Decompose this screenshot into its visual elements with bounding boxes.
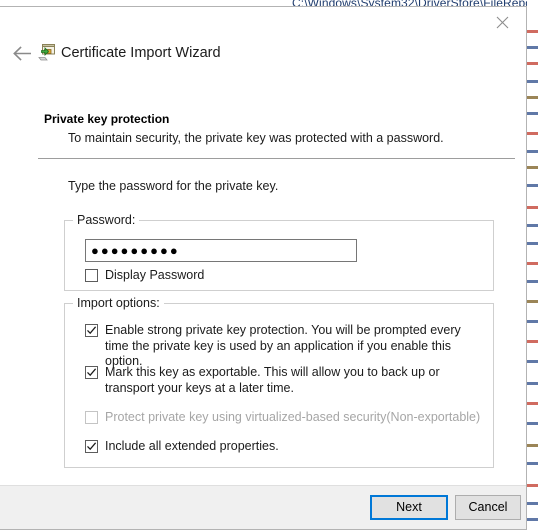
display-password-label: Display Password: [105, 268, 205, 282]
checkmark-icon: [87, 326, 97, 335]
certificate-import-wizard-dialog: Certificate Import Wizard Private key pr…: [0, 6, 527, 530]
next-button[interactable]: Next: [370, 495, 448, 520]
dialog-title: Certificate Import Wizard: [61, 45, 221, 61]
back-arrow-icon[interactable]: [10, 41, 34, 65]
dialog-titlebar: Certificate Import Wizard: [0, 7, 526, 73]
background-right-strip: [527, 0, 538, 530]
enable-strong-protection-checkbox[interactable]: Enable strong private key protection. Yo…: [85, 323, 477, 370]
instruction-text: Type the password for the private key.: [68, 179, 279, 193]
header-divider: [38, 158, 515, 159]
checkbox-box: [85, 440, 98, 453]
import-options-group-label: Import options:: [73, 296, 164, 310]
close-icon[interactable]: [479, 8, 525, 37]
certificate-import-icon: [38, 43, 56, 61]
checkbox-box: [85, 366, 98, 379]
password-input[interactable]: [85, 239, 357, 262]
protect-with-vbs-checkbox: Protect private key using virtualized-ba…: [85, 410, 481, 426]
page-subtitle: To maintain security, the private key wa…: [68, 131, 444, 145]
screen: C:\Windows\System32\DriverStore\FileRepo…: [0, 0, 538, 530]
password-group-label: Password:: [73, 213, 140, 227]
enable-strong-protection-label: Enable strong private key protection. Yo…: [105, 323, 461, 368]
cancel-button[interactable]: Cancel: [455, 495, 521, 520]
display-password-checkbox[interactable]: Display Password: [85, 268, 204, 284]
protect-with-vbs-label: Protect private key using virtualized-ba…: [105, 410, 481, 424]
password-groupbox: Password: Display Password: [64, 213, 494, 291]
checkmark-icon: [87, 442, 97, 451]
checkmark-icon: [87, 368, 97, 377]
mark-exportable-label: Mark this key as exportable. This will a…: [105, 365, 440, 395]
include-extended-properties-label: Include all extended properties.: [105, 439, 279, 453]
checkbox-box: [85, 411, 98, 424]
import-options-groupbox: Import options: Enable strong private ke…: [64, 296, 494, 468]
checkbox-box: [85, 324, 98, 337]
include-extended-properties-checkbox[interactable]: Include all extended properties.: [85, 439, 481, 455]
dialog-footer: Next Cancel: [0, 485, 526, 529]
checkbox-box: [85, 269, 98, 282]
mark-exportable-checkbox[interactable]: Mark this key as exportable. This will a…: [85, 365, 481, 396]
page-title: Private key protection: [44, 112, 170, 126]
